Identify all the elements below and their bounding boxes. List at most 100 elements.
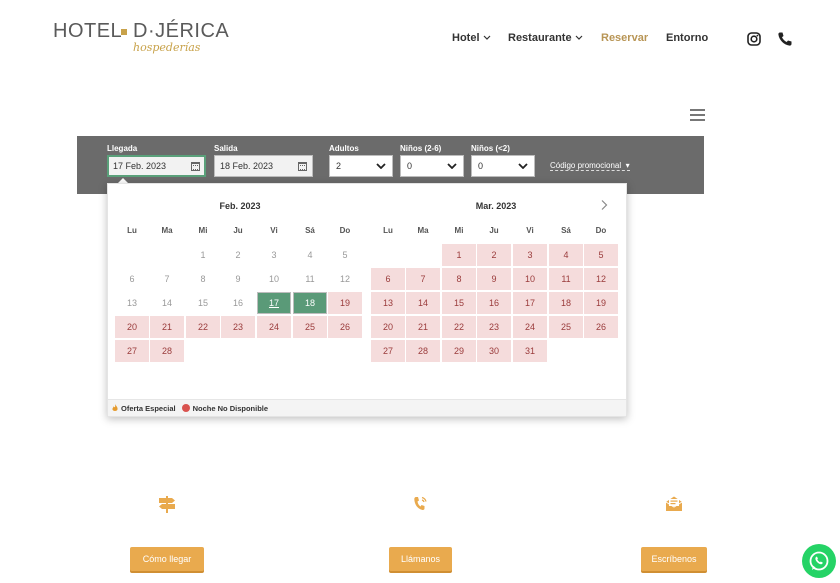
promo-code-label: Código promocional [550,161,622,170]
flame-icon [112,404,118,411]
red-dot-icon [181,404,190,412]
calendar-day[interactable]: 19 [328,292,362,314]
hotel-logo[interactable]: HOTEL D·JÉRICA hospederías [53,20,230,62]
nav-item-entorno[interactable]: Entorno [666,32,708,44]
calendar-day[interactable]: 17 [257,292,291,314]
calendar-day: 3 [271,250,277,260]
legend-not-available: Noche No Disponible [181,404,268,413]
calendar-day[interactable]: 23 [477,316,511,338]
calendar-day: 10 [268,274,279,284]
calendar-day[interactable]: 7 [406,268,440,290]
phone-icon[interactable] [776,30,794,48]
calendar-day[interactable]: 5 [584,244,618,266]
logo-name-text: D·JÉRICA [133,20,230,42]
calendar-icon [298,161,307,171]
calendar-day[interactable]: 21 [150,316,184,338]
infants-label: Niños (<2) [471,144,510,153]
calendar-day[interactable]: 13 [371,292,405,314]
calendar-day[interactable]: 27 [115,340,149,362]
calendar-day[interactable]: 4 [549,244,583,266]
weekday-header: Mi [454,226,464,235]
calendar-day[interactable]: 2 [477,244,511,266]
calendar-day[interactable]: 20 [371,316,405,338]
calendar-day[interactable]: 29 [442,340,476,362]
weekday-header: Lu [127,226,137,235]
calendar-day[interactable]: 28 [150,340,184,362]
calendar-day[interactable]: 10 [513,268,547,290]
weekday-header: Lu [383,226,393,235]
calendar-day[interactable]: 15 [442,292,476,314]
how-to-arrive-button[interactable]: Cómo llegar [130,547,204,571]
calendar-day[interactable]: 11 [549,268,583,290]
calendar-day: 6 [129,274,135,284]
calendar-day[interactable]: 25 [549,316,583,338]
calendar-icon [191,161,200,171]
calendar-day[interactable]: 6 [371,268,405,290]
write-us-label: Escríbenos [651,554,697,564]
page: HOTEL D·JÉRICA hospederías Hotel Restaur… [0,0,840,583]
write-us-button[interactable]: Escríbenos [641,547,707,571]
calendar-day[interactable]: 26 [584,316,618,338]
legend-offer-label: Oferta Especial [121,403,176,413]
calendar-day[interactable]: 16 [477,292,511,314]
call-us-button[interactable]: Llámanos [389,547,452,571]
infants-select[interactable]: 0 [471,155,535,177]
chevron-down-icon [483,35,490,40]
calendar-day[interactable]: 30 [477,340,511,362]
weekday-header: Ju [489,226,499,235]
whatsapp-icon[interactable] [802,544,836,578]
logo-hotel-text: HOTEL [53,20,123,42]
calendar-day[interactable]: 19 [584,292,618,314]
promo-code-link[interactable]: Código promocional ▾ [550,161,630,171]
children-select[interactable]: 0 [400,155,464,177]
calendar-day: 13 [126,298,137,308]
calendar-day[interactable]: 24 [257,316,291,338]
chevron-right-icon[interactable] [598,199,610,211]
calendar-day[interactable]: 8 [442,268,476,290]
weekday-header: Sá [305,226,315,235]
adults-select[interactable]: 2 [329,155,393,177]
chevron-down-icon [518,163,528,169]
nav-item-restaurante[interactable]: Restaurante [508,32,583,44]
children-value: 0 [407,161,413,171]
departure-date-field[interactable]: 18 Feb. 2023 [214,155,313,177]
calendar-day[interactable]: 1 [442,244,476,266]
calendar-day[interactable]: 3 [513,244,547,266]
calendar-day[interactable]: 21 [406,316,440,338]
calendar-day[interactable]: 22 [186,316,220,338]
nav-item-label: Restaurante [508,32,572,44]
calendar-day: 1 [200,250,206,260]
calendar-day[interactable]: 22 [442,316,476,338]
weekday-header: Vi [270,226,278,235]
legend-offer: Oferta Especial [112,404,176,413]
calendar-day[interactable]: 31 [513,340,547,362]
calendar-day[interactable]: 14 [406,292,440,314]
calendar-day[interactable]: 25 [293,316,327,338]
nav-item-reservar[interactable]: Reservar [601,32,648,44]
calendar-day[interactable]: 28 [406,340,440,362]
calendar-day[interactable]: 17 [513,292,547,314]
calendar-day[interactable]: 18 [293,292,327,314]
caret-icon: ▾ [623,161,630,170]
calendar-day: 4 [307,250,313,260]
calendar-legend: Oferta Especial Noche No Disponible [108,399,626,416]
calendar-day[interactable]: 27 [371,340,405,362]
calendar-day[interactable]: 20 [115,316,149,338]
calendar-day[interactable]: 12 [584,268,618,290]
calendar-day[interactable]: 23 [221,316,255,338]
chevron-down-icon [447,163,457,169]
adults-label: Adultos [329,144,359,153]
calendar-day[interactable]: 24 [513,316,547,338]
calendar-day[interactable]: 26 [328,316,362,338]
weekday-header: Do [595,226,607,235]
arrival-date-field[interactable]: 17 Feb. 2023 [107,155,206,177]
weekday-header: Do [339,226,351,235]
calendar-day: 14 [161,298,172,308]
instagram-icon[interactable] [745,30,763,48]
hamburger-menu-icon[interactable] [690,109,705,121]
calendar-day[interactable]: 9 [477,268,511,290]
calendar-day[interactable]: 18 [549,292,583,314]
weekday-header: Sá [561,226,571,235]
calendar-popup: Feb. 2023 Mar. 2023 Oferta Especial Noch… [107,183,627,417]
nav-item-hotel[interactable]: Hotel [452,32,491,44]
